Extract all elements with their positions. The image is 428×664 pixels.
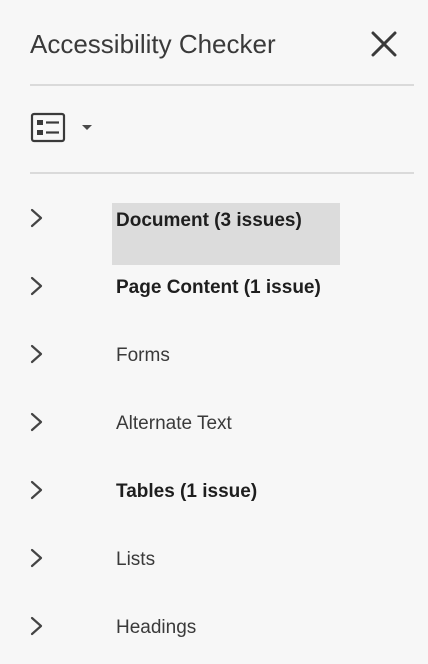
category-label: Lists (116, 549, 156, 570)
category-label-wrap: Page Content (1 issue) (112, 270, 325, 332)
panel-header: Accessibility Checker (0, 0, 428, 86)
category-label-wrap: Headings (112, 610, 200, 664)
close-icon (371, 31, 397, 57)
panel-title: Accessibility Checker (30, 29, 276, 59)
options-menu-button[interactable] (30, 110, 102, 146)
category-list: Document (3 issues) Page Content (1 issu… (0, 180, 428, 664)
close-button[interactable] (368, 28, 400, 60)
category-label-wrap: Forms (112, 338, 174, 400)
category-label: Forms (116, 345, 170, 366)
chevron-right-icon[interactable] (28, 343, 46, 365)
category-label-wrap: Tables (1 issue) (112, 474, 261, 536)
category-row-headings[interactable]: Headings (0, 596, 428, 654)
category-row-document[interactable]: Document (3 issues) (0, 188, 428, 265)
category-label: Headings (116, 617, 197, 638)
caret-down-icon (82, 125, 92, 130)
chevron-right-icon[interactable] (28, 479, 46, 501)
chevron-right-icon[interactable] (28, 547, 46, 569)
list-options-icon (30, 112, 66, 143)
chevron-right-icon[interactable] (28, 207, 46, 229)
category-row-forms[interactable]: Forms (0, 324, 428, 382)
category-label: Alternate Text (116, 413, 232, 434)
category-row-lists[interactable]: Lists (0, 528, 428, 586)
category-row-tables[interactable]: Tables (1 issue) (0, 460, 428, 518)
category-row-alternate-text[interactable]: Alternate Text (0, 392, 428, 450)
toolbar-divider (30, 172, 414, 174)
chevron-right-icon[interactable] (28, 275, 46, 297)
category-row-page-content[interactable]: Page Content (1 issue) (0, 256, 428, 314)
category-label-wrap: Lists (112, 542, 159, 604)
header-divider (30, 84, 414, 86)
accessibility-checker-panel: Accessibility Checker Document (3 issues (0, 0, 428, 664)
chevron-right-icon[interactable] (28, 615, 46, 637)
chevron-right-icon[interactable] (28, 411, 46, 433)
category-label: Page Content (1 issue) (116, 277, 321, 298)
category-label: Document (3 issues) (116, 210, 302, 231)
category-label: Tables (1 issue) (116, 481, 258, 502)
category-label-wrap: Alternate Text (112, 406, 236, 468)
